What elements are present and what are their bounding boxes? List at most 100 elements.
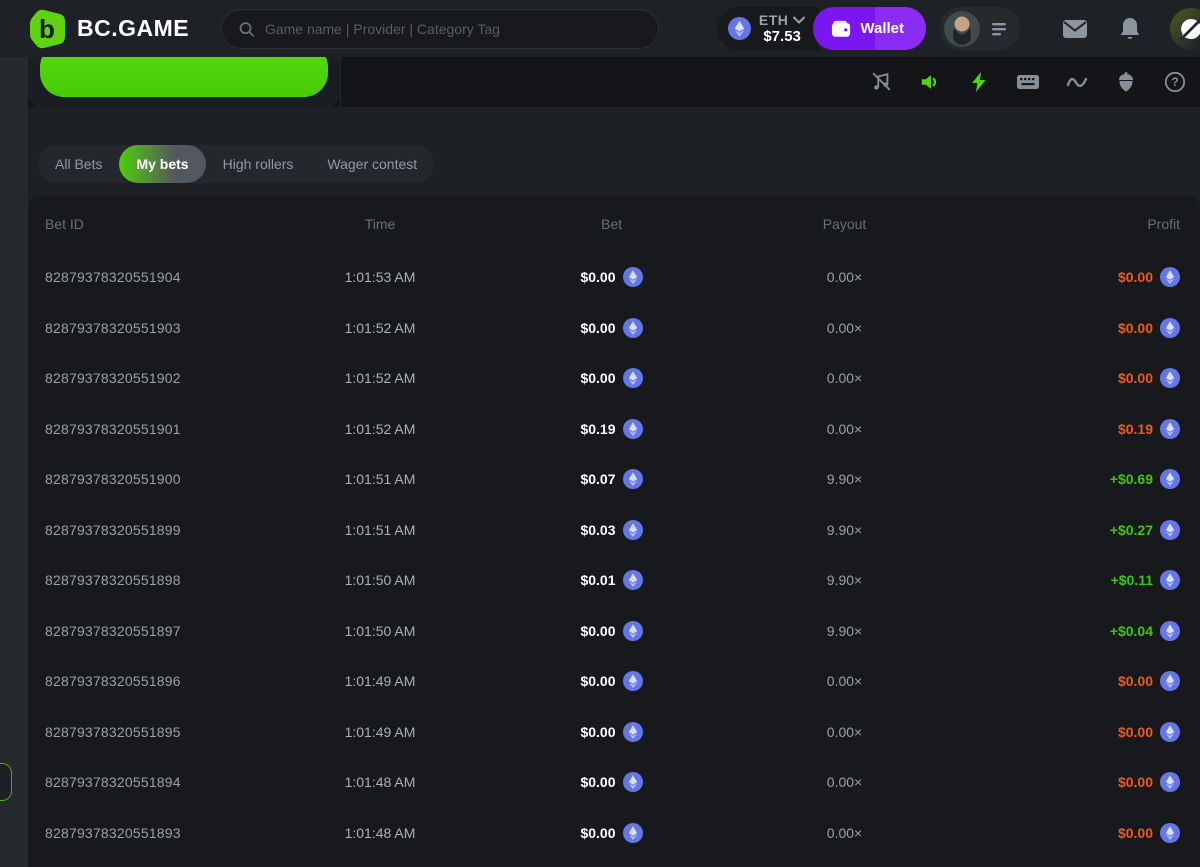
- trends-button[interactable]: [1064, 69, 1090, 95]
- navbar: b BC.GAME ETH $7.53: [0, 0, 1200, 57]
- bet-id: 82879378320551904: [45, 269, 265, 285]
- table-row[interactable]: 828793783205518931:01:48 AM$0.000.00×$0.…: [45, 808, 1180, 859]
- bet-amount: $0.00: [495, 823, 728, 843]
- bet-profit-value: +$0.11: [1111, 572, 1153, 588]
- svg-text:b: b: [39, 14, 55, 44]
- tab-high-rollers[interactable]: High rollers: [206, 145, 311, 183]
- wallet-label: Wallet: [860, 20, 904, 37]
- bet-amount: $0.00: [495, 318, 728, 338]
- bet-amount: $0.01: [495, 570, 728, 590]
- chat-toggle-button[interactable]: [1170, 8, 1200, 50]
- table-row[interactable]: 828793783205519021:01:52 AM$0.000.00×$0.…: [45, 353, 1180, 404]
- table-row[interactable]: 828793783205518951:01:49 AM$0.000.00×$0.…: [45, 707, 1180, 758]
- eth-coin-icon: [623, 469, 643, 489]
- bet-id: 82879378320551902: [45, 370, 265, 386]
- svg-text:?: ?: [1171, 75, 1178, 89]
- bet-profit: $0.00: [961, 267, 1180, 287]
- bet-id: 82879378320551897: [45, 623, 265, 639]
- bet-payout: 0.00×: [728, 269, 961, 285]
- bet-id: 82879378320551899: [45, 522, 265, 538]
- table-row[interactable]: 828793783205519001:01:51 AM$0.079.90×+$0…: [45, 454, 1180, 505]
- bet-time: 1:01:50 AM: [265, 572, 495, 588]
- table-row[interactable]: 828793783205518961:01:49 AM$0.000.00×$0.…: [45, 656, 1180, 707]
- search-input[interactable]: [265, 21, 642, 37]
- trends-icon: [1065, 73, 1089, 91]
- wallet-icon: [831, 20, 851, 38]
- seeds-acorn-icon: [1116, 71, 1136, 93]
- bet-profit: +$0.27: [961, 520, 1180, 540]
- turbo-button[interactable]: [966, 69, 992, 95]
- bet-profit-value: $0.00: [1118, 774, 1153, 790]
- bet-payout: 0.00×: [728, 724, 961, 740]
- bet-amount-value: $0.00: [580, 825, 615, 841]
- eth-coin-icon: [623, 520, 643, 540]
- help-button[interactable]: ?: [1162, 69, 1188, 95]
- mail-icon: [1062, 18, 1088, 40]
- eth-coin-icon: [623, 671, 643, 691]
- eth-coin-icon: [728, 17, 751, 40]
- table-row[interactable]: 828793783205519041:01:53 AM$0.000.00×$0.…: [45, 252, 1180, 303]
- table-row[interactable]: 828793783205518971:01:50 AM$0.009.90×+$0…: [45, 606, 1180, 657]
- bet-profit: $0.00: [961, 722, 1180, 742]
- bet-payout: 0.00×: [728, 774, 961, 790]
- eth-coin-icon: [623, 570, 643, 590]
- bet-amount: $0.00: [495, 368, 728, 388]
- game-panel-bottom: ?: [28, 57, 1200, 107]
- eth-coin-icon: [1160, 368, 1180, 388]
- tab-wager-contest[interactable]: Wager contest: [310, 145, 434, 183]
- hotkeys-button[interactable]: [1015, 69, 1041, 95]
- bcgame-logo[interactable]: b BC.GAME: [30, 9, 189, 49]
- bet-id: 82879378320551895: [45, 724, 265, 740]
- wallet-balance: $7.53: [763, 28, 801, 45]
- bet-id: 82879378320551901: [45, 421, 265, 437]
- bet-time: 1:01:53 AM: [265, 269, 495, 285]
- table-row[interactable]: 828793783205518981:01:50 AM$0.019.90×+$0…: [45, 555, 1180, 606]
- tab-all-bets[interactable]: All Bets: [38, 145, 119, 183]
- bet-amount-value: $0.00: [580, 269, 615, 285]
- bet-amount: $0.00: [495, 722, 728, 742]
- profile-menu[interactable]: [940, 7, 1020, 50]
- bet-profit: $0.00: [961, 318, 1180, 338]
- bet-profit-value: $0.00: [1118, 673, 1153, 689]
- table-row[interactable]: 828793783205518991:01:51 AM$0.039.90×+$0…: [45, 505, 1180, 556]
- currency-selector[interactable]: ETH $7.53: [718, 7, 820, 50]
- sound-button[interactable]: [917, 69, 943, 95]
- bet-time: 1:01:49 AM: [265, 673, 495, 689]
- table-row[interactable]: 828793783205519011:01:52 AM$0.190.00×$0.…: [45, 404, 1180, 455]
- wallet-button[interactable]: Wallet: [813, 7, 926, 50]
- header-bet: Bet: [495, 216, 728, 232]
- eth-coin-icon: [1160, 419, 1180, 439]
- bet-payout: 0.00×: [728, 421, 961, 437]
- notifications-button[interactable]: [1118, 16, 1142, 42]
- header-time: Time: [265, 216, 495, 232]
- profile-list-icon: [990, 21, 1008, 37]
- bet-time: 1:01:51 AM: [265, 522, 495, 538]
- eth-coin-icon: [1160, 671, 1180, 691]
- table-body: 828793783205519041:01:53 AM$0.000.00×$0.…: [45, 252, 1180, 858]
- messages-button[interactable]: [1062, 18, 1088, 40]
- bet-payout: 9.90×: [728, 623, 961, 639]
- table-row[interactable]: 828793783205519031:01:52 AM$0.000.00×$0.…: [45, 303, 1180, 354]
- table-row[interactable]: 828793783205518941:01:48 AM$0.000.00×$0.…: [45, 757, 1180, 808]
- bet-amount-value: $0.00: [580, 623, 615, 639]
- side-peek-button[interactable]: [0, 763, 12, 801]
- bet-profit: $0.00: [961, 823, 1180, 843]
- eth-coin-icon: [623, 318, 643, 338]
- left-gutter: [0, 57, 28, 867]
- game-search[interactable]: [221, 9, 659, 49]
- music-off-icon: [870, 71, 892, 93]
- bets-tabs: All Bets My bets High rollers Wager cont…: [38, 145, 434, 183]
- bet-id: 82879378320551900: [45, 471, 265, 487]
- bet-profit-value: $0.00: [1118, 724, 1153, 740]
- eth-coin-icon: [1160, 621, 1180, 641]
- seeds-button[interactable]: [1113, 69, 1139, 95]
- bet-profit: $0.00: [961, 671, 1180, 691]
- bet-time: 1:01:50 AM: [265, 623, 495, 639]
- music-off-button[interactable]: [868, 69, 894, 95]
- tab-my-bets[interactable]: My bets: [119, 145, 205, 183]
- bet-payout: 0.00×: [728, 673, 961, 689]
- header-profit: Profit: [961, 216, 1180, 232]
- bet-amount: $0.03: [495, 520, 728, 540]
- currency-code: ETH: [759, 12, 789, 28]
- sound-icon: [919, 71, 941, 93]
